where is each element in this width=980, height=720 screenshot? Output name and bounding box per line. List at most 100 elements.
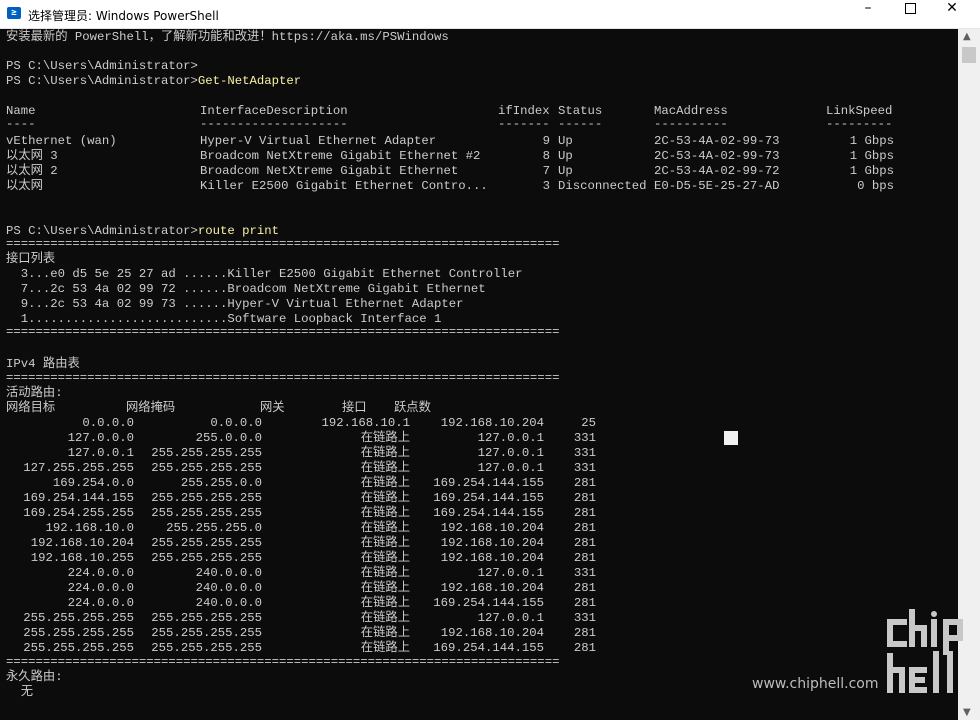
route-gateway: 在链路上 [360, 581, 410, 595]
adapter-linkspeed: 1 Gbps [849, 164, 894, 178]
interface-line: 7...2c 53 4a 02 99 72 ......Broadcom Net… [6, 282, 486, 296]
route-interface: 169.254.144.155 [433, 476, 544, 490]
adapter-mac: 2C-53-4A-02-99-72 [654, 164, 780, 178]
text-cursor [724, 431, 738, 445]
active-routes-title: 活动路由: [6, 386, 63, 400]
command-text: Get-NetAdapter [197, 74, 302, 88]
route-metric: 331 [573, 611, 596, 625]
title-bar[interactable]: ≥ 选择管理员: Windows PowerShell – ✕ [0, 0, 980, 29]
route-gateway: 在链路上 [360, 641, 410, 655]
route-interface: 127.0.0.1 [477, 461, 544, 475]
adapter-mac: E0-D5-5E-25-27-AD [654, 179, 780, 193]
scroll-up-arrow-icon[interactable]: ▲ [963, 31, 971, 42]
route-interface: 127.0.0.1 [477, 566, 544, 580]
route-metric: 331 [573, 446, 596, 460]
route-interface: 169.254.144.155 [433, 491, 544, 505]
prompt-line: PS C:\Users\Administrator>Get-NetAdapter [6, 74, 301, 89]
route-interface: 169.254.144.155 [433, 506, 544, 520]
route-destination: 255.255.255.255 [23, 626, 134, 640]
chiphell-logo [887, 609, 963, 693]
route-interface: 169.254.144.155 [433, 641, 544, 655]
minimize-button[interactable]: – [846, 0, 890, 28]
route-netmask: 255.255.255.255 [151, 551, 262, 565]
adapter-mac: 2C-53-4A-02-99-73 [654, 149, 780, 163]
route-netmask: 255.255.255.255 [151, 626, 262, 640]
scroll-thumb[interactable] [962, 47, 976, 63]
route-header-cell: 跃点数 [394, 401, 431, 415]
separator: ========================================… [6, 325, 560, 339]
command-text: route print [197, 224, 280, 238]
route-destination: 0.0.0.0 [82, 416, 134, 430]
route-netmask: 0.0.0.0 [210, 416, 262, 430]
route-interface: 192.168.10.204 [440, 416, 544, 430]
adapter-name: vEthernet (wan) [6, 134, 117, 148]
console-output[interactable]: 安装最新的 PowerShell，了解新功能和改进！https://aka.ms… [0, 29, 958, 720]
route-gateway: 在链路上 [360, 566, 410, 580]
route-destination: 127.0.0.1 [67, 446, 134, 460]
adapter-ifindex: 8 [542, 149, 550, 163]
close-button[interactable]: ✕ [930, 0, 974, 28]
route-header-cell: 网络目标 [6, 401, 56, 415]
interface-list-title: 接口列表 [6, 252, 56, 266]
powershell-icon: ≥ [7, 7, 21, 19]
route-destination: 224.0.0.0 [67, 596, 134, 610]
route-metric: 25 [581, 416, 596, 430]
route-gateway: 在链路上 [360, 491, 410, 505]
watermark-url: www.chiphell.com [752, 676, 879, 692]
adapter-status: Disconnected [558, 179, 647, 193]
route-gateway: 在链路上 [360, 551, 410, 565]
route-header-cell: 网关 [260, 401, 285, 415]
route-metric: 281 [573, 476, 596, 490]
route-gateway: 在链路上 [360, 431, 410, 445]
adapter-ifindex: 7 [542, 164, 550, 178]
route-destination: 192.168.10.204 [30, 536, 134, 550]
route-gateway: 在链路上 [360, 596, 410, 610]
interface-line: 9...2c 53 4a 02 99 73 ......Hyper-V Virt… [6, 297, 464, 311]
route-netmask: 255.255.0.0 [180, 476, 262, 490]
route-metric: 281 [573, 641, 596, 655]
route-gateway: 在链路上 [360, 521, 410, 535]
route-netmask: 255.255.255.255 [151, 446, 262, 460]
route-metric: 281 [573, 536, 596, 550]
persistent-routes-title: 永久路由: [6, 670, 63, 684]
route-gateway: 192.168.10.1 [321, 416, 410, 430]
route-gateway: 在链路上 [360, 446, 410, 460]
route-metric: 331 [573, 461, 596, 475]
adapter-name: 以太网 [6, 179, 43, 193]
adapter-header-dashes: ------- [498, 117, 550, 131]
scroll-down-arrow-icon[interactable]: ▼ [963, 707, 971, 718]
separator: ========================================… [6, 655, 560, 669]
adapter-status: Up [558, 149, 573, 163]
route-metric: 281 [573, 581, 596, 595]
route-gateway: 在链路上 [360, 506, 410, 520]
adapter-ifindex: 9 [542, 134, 550, 148]
adapter-description: Hyper-V Virtual Ethernet Adapter [200, 134, 437, 148]
maximize-button[interactable] [888, 0, 932, 28]
route-destination: 127.0.0.0 [67, 431, 134, 445]
route-destination: 127.255.255.255 [23, 461, 134, 475]
route-interface: 127.0.0.1 [477, 446, 544, 460]
prompt-text: PS C:\Users\Administrator> [6, 224, 198, 238]
route-netmask: 255.255.255.255 [151, 506, 262, 520]
adapter-name: 以太网 2 [6, 164, 58, 178]
route-metric: 281 [573, 491, 596, 505]
route-destination: 255.255.255.255 [23, 641, 134, 655]
adapter-mac: 2C-53-4A-02-99-73 [654, 134, 780, 148]
route-gateway: 在链路上 [360, 611, 410, 625]
adapter-linkspeed: 1 Gbps [849, 149, 894, 163]
adapter-description: Broadcom NetXtreme Gigabit Ethernet #2 [200, 149, 481, 163]
route-interface: 169.254.144.155 [433, 596, 544, 610]
adapter-status: Up [558, 134, 573, 148]
route-interface: 192.168.10.204 [440, 581, 544, 595]
close-icon: ✕ [946, 0, 958, 16]
route-metric: 281 [573, 596, 596, 610]
adapter-header-dashes: ------ [558, 117, 603, 131]
route-destination: 192.168.10.255 [30, 551, 134, 565]
adapter-description: Broadcom NetXtreme Gigabit Ethernet [200, 164, 459, 178]
interface-line: 3...e0 d5 5e 25 27 ad ......Killer E2500… [6, 267, 523, 281]
adapter-description: Killer E2500 Gigabit Ethernet Contro... [200, 179, 488, 193]
route-netmask: 255.255.255.255 [151, 641, 262, 655]
route-metric: 331 [573, 566, 596, 580]
route-gateway: 在链路上 [360, 461, 410, 475]
adapter-linkspeed: 0 bps [857, 179, 894, 193]
